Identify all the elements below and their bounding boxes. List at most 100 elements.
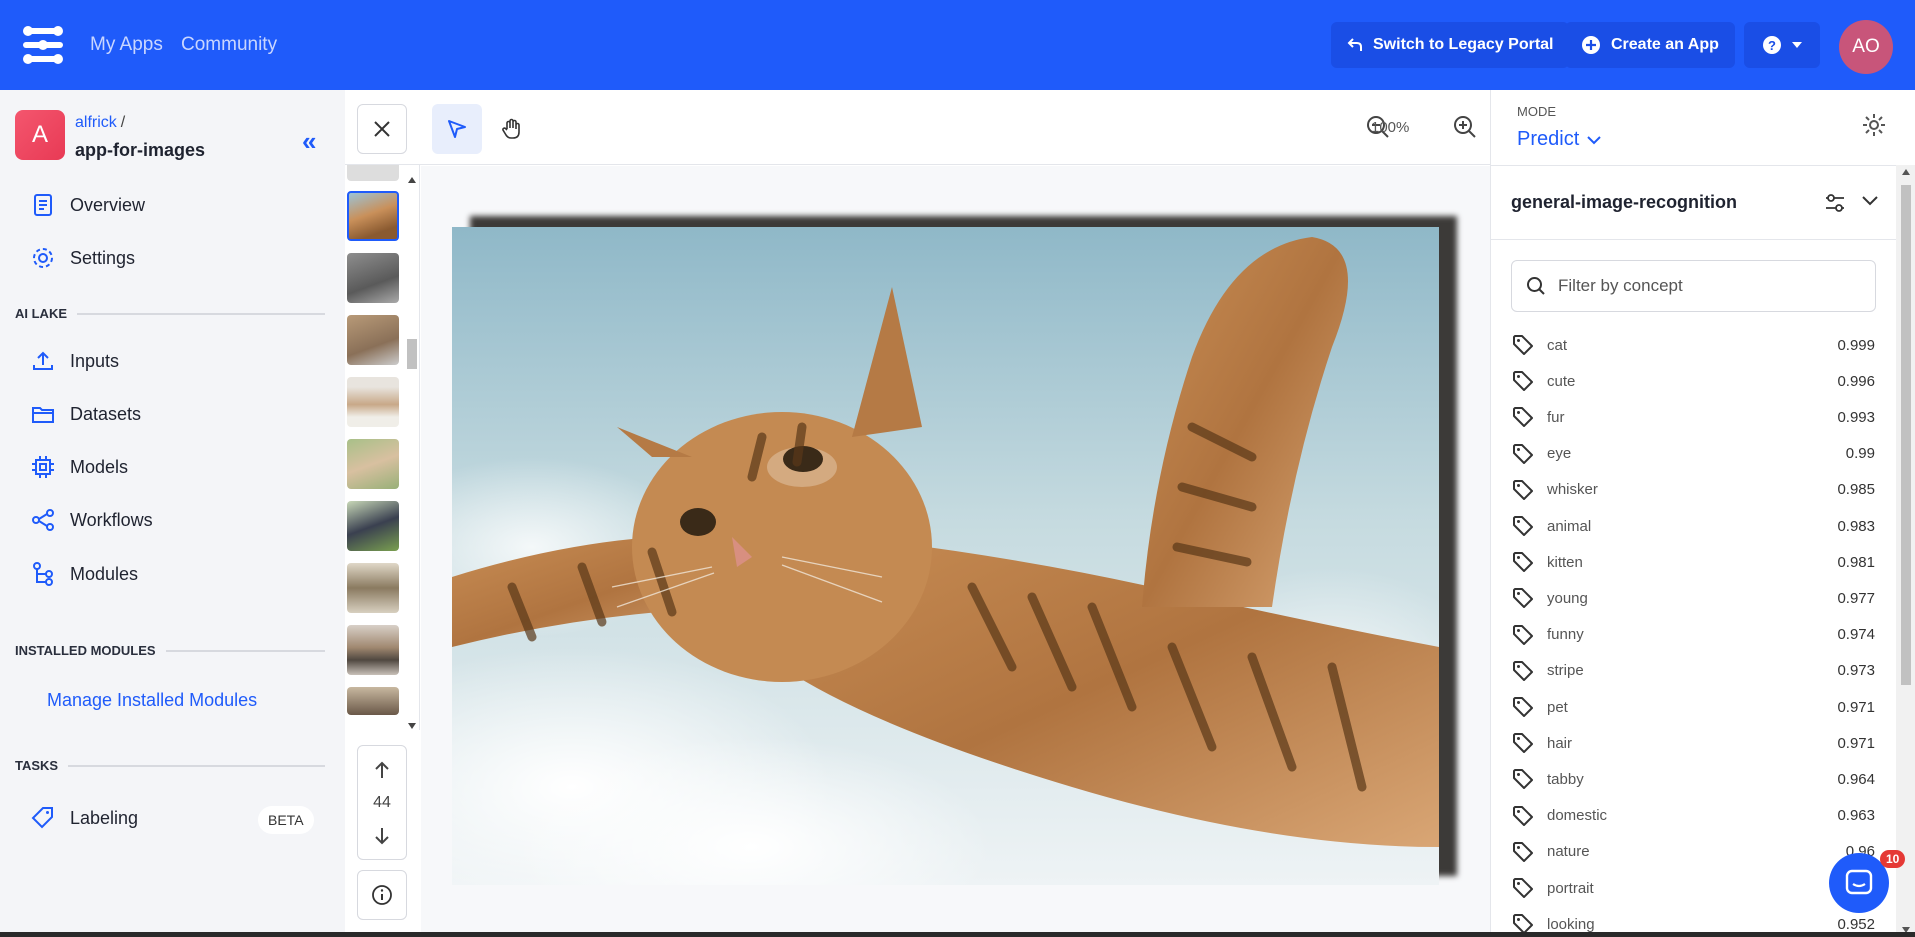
- concept-name: looking: [1547, 915, 1595, 933]
- manage-installed-modules-link[interactable]: Manage Installed Modules: [47, 690, 257, 711]
- sliders-icon[interactable]: [1824, 192, 1846, 214]
- top-nav-bar: My Apps Community Switch to Legacy Porta…: [0, 0, 1915, 90]
- section-title: TASKS: [15, 758, 59, 773]
- scroll-down-icon[interactable]: [408, 723, 416, 729]
- concept-name: pet: [1547, 698, 1568, 716]
- concept-row[interactable]: hair 0.971: [1511, 728, 1875, 758]
- app-owner-breadcrumb: alfrick /: [75, 114, 125, 132]
- chevron-down-icon[interactable]: [1861, 194, 1879, 208]
- close-button[interactable]: [357, 104, 407, 154]
- scroll-up-icon[interactable]: [408, 177, 416, 183]
- concept-row[interactable]: domestic 0.963: [1511, 801, 1875, 831]
- concept-row[interactable]: animal 0.983: [1511, 511, 1875, 541]
- concept-row[interactable]: cat 0.999: [1511, 330, 1875, 360]
- thumbnail-scrollbar[interactable]: [405, 177, 419, 729]
- concept-row[interactable]: tabby 0.964: [1511, 764, 1875, 794]
- thumbnail-item[interactable]: [347, 191, 399, 241]
- pan-tool-button[interactable]: [487, 104, 537, 154]
- concept-row[interactable]: funny 0.974: [1511, 620, 1875, 650]
- concept-row[interactable]: pet 0.971: [1511, 692, 1875, 722]
- concept-name: funny: [1547, 626, 1584, 644]
- model-selector[interactable]: general-image-recognition: [1491, 165, 1896, 240]
- share-icon: [32, 509, 54, 531]
- create-app-button[interactable]: Create an App: [1565, 22, 1735, 68]
- arrow-up-icon[interactable]: [372, 760, 392, 780]
- sidebar-item-settings[interactable]: Settings: [30, 245, 135, 271]
- nav-my-apps[interactable]: My Apps: [90, 34, 163, 56]
- arrow-down-icon[interactable]: [372, 826, 392, 846]
- select-tool-button[interactable]: [432, 104, 482, 154]
- concept-score: 0.964: [1837, 770, 1875, 788]
- concept-name: domestic: [1547, 807, 1608, 825]
- concept-name: nature: [1547, 843, 1590, 861]
- owner-link[interactable]: alfrick: [75, 114, 117, 131]
- sidebar-item-workflows[interactable]: Workflows: [30, 507, 153, 533]
- thumbnail-item[interactable]: [347, 501, 399, 551]
- thumbnail-item[interactable]: [347, 377, 399, 427]
- concept-row[interactable]: young 0.977: [1511, 583, 1875, 613]
- clarifai-logo-icon[interactable]: [20, 24, 66, 66]
- app-avatar: A: [15, 110, 65, 160]
- tag-icon: [1513, 697, 1533, 717]
- zoom-level: 100%: [1371, 119, 1410, 136]
- concept-score: 0.971: [1837, 734, 1875, 752]
- document-icon: [34, 194, 52, 216]
- concept-row[interactable]: whisker 0.985: [1511, 475, 1875, 505]
- concept-row[interactable]: nature 0.96: [1511, 837, 1875, 867]
- concept-name: kitten: [1547, 553, 1583, 571]
- concept-row[interactable]: kitten 0.981: [1511, 547, 1875, 577]
- mode-dropdown[interactable]: Predict: [1517, 128, 1601, 151]
- tag-icon: [1513, 733, 1533, 754]
- filter-concept-field[interactable]: [1511, 260, 1876, 312]
- concept-row[interactable]: cute 0.996: [1511, 366, 1875, 396]
- thumbnail-pager: 44: [357, 745, 407, 860]
- tag-icon: [1513, 371, 1533, 392]
- switch-legacy-label: Switch to Legacy Portal: [1373, 36, 1554, 53]
- switch-legacy-portal-button[interactable]: Switch to Legacy Portal: [1331, 22, 1570, 68]
- thumbnail-item[interactable]: [347, 315, 399, 365]
- sidebar-item-models[interactable]: Models: [30, 454, 128, 480]
- concept-row[interactable]: portrait: [1511, 873, 1875, 903]
- main-image[interactable]: [452, 227, 1439, 885]
- search-icon: [1527, 277, 1545, 295]
- concept-row[interactable]: fur 0.993: [1511, 402, 1875, 432]
- sidebar-item-datasets[interactable]: Datasets: [30, 401, 141, 427]
- concept-score: 0.977: [1837, 589, 1875, 607]
- sidebar-item-label: Overview: [70, 194, 146, 215]
- sidebar-item-modules[interactable]: Modules: [30, 561, 138, 587]
- concept-score: 0.999: [1837, 336, 1875, 354]
- concept-name: portrait: [1547, 879, 1594, 897]
- folder-icon: [32, 407, 54, 423]
- tag-icon: [1513, 516, 1533, 536]
- nav-community[interactable]: Community: [181, 34, 277, 56]
- user-avatar[interactable]: AO: [1839, 20, 1893, 74]
- concept-row[interactable]: stripe 0.973: [1511, 656, 1875, 686]
- collapse-sidebar-icon[interactable]: «: [302, 126, 316, 157]
- panel-scrollbar[interactable]: [1896, 165, 1915, 937]
- thumbnail-partial[interactable]: [347, 165, 399, 181]
- thumbnail-item[interactable]: [347, 563, 399, 613]
- thumbnail-item[interactable]: [347, 253, 399, 303]
- sidebar-item-inputs[interactable]: Inputs: [30, 348, 119, 374]
- thumbnail-item[interactable]: [347, 625, 399, 675]
- concept-row[interactable]: eye 0.99: [1511, 439, 1875, 469]
- scroll-up-icon[interactable]: [1902, 169, 1910, 175]
- concept-name: whisker: [1547, 481, 1598, 499]
- hand-icon: [502, 118, 520, 139]
- upload-icon: [33, 351, 53, 370]
- info-button[interactable]: [357, 870, 407, 920]
- scrollbar-thumb[interactable]: [1901, 185, 1911, 685]
- concept-score: 0.981: [1837, 553, 1875, 571]
- tag-icon: [1513, 479, 1533, 500]
- scrollbar-thumb[interactable]: [407, 339, 417, 369]
- help-menu-button[interactable]: ?: [1744, 22, 1820, 68]
- sidebar-item-overview[interactable]: Overview: [30, 192, 145, 218]
- section-header-ai-lake: AI LAKE: [15, 306, 325, 321]
- filter-concept-input[interactable]: [1558, 276, 1858, 296]
- thumbnail-item[interactable]: [347, 687, 399, 715]
- thumbnail-item[interactable]: [347, 439, 399, 489]
- zoom-in-icon[interactable]: [1452, 114, 1478, 140]
- settings-gear-icon[interactable]: [1861, 112, 1887, 138]
- sidebar-item-labeling[interactable]: Labeling: [30, 805, 138, 831]
- input-count: 44: [373, 794, 391, 811]
